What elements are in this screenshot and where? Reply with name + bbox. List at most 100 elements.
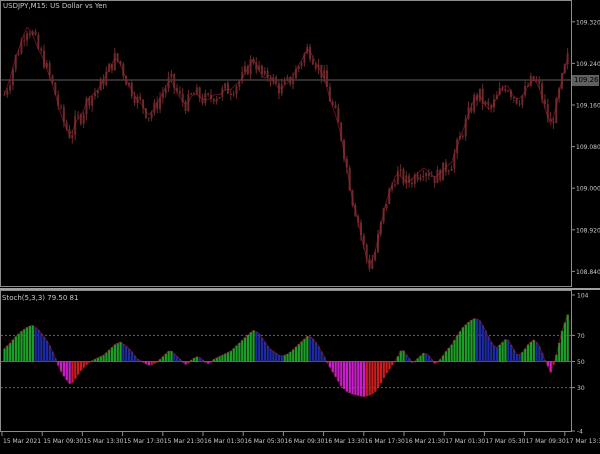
oscillator-bar xyxy=(164,353,167,362)
oscillator-bar xyxy=(490,341,493,362)
oscillator-bar xyxy=(473,318,476,362)
oscillator-bar xyxy=(294,346,298,362)
time-tick-label: 15 Mar 13:30 xyxy=(83,438,123,445)
oscillator-tick-label: 50 xyxy=(577,359,585,366)
time-tick-label: 15 Mar 09:30 xyxy=(43,438,83,445)
oscillator-bar xyxy=(311,338,315,362)
oscillator-bar xyxy=(515,354,518,362)
price-tick-label: 108.840 xyxy=(576,269,600,276)
oscillator-bar xyxy=(529,341,533,362)
oscillator-bar xyxy=(348,361,351,393)
price-tick-label: 108.920 xyxy=(576,227,600,234)
oscillator-bar xyxy=(6,345,9,362)
oscillator-bar xyxy=(74,361,77,379)
oscillator-bar xyxy=(71,361,74,383)
oscillator-bar xyxy=(65,361,68,381)
oscillator-bar xyxy=(167,351,170,362)
oscillator-bar xyxy=(40,333,43,362)
oscillator-bar xyxy=(340,361,343,387)
price-candle xyxy=(439,168,442,183)
oscillator-bar xyxy=(470,320,473,362)
oscillator-bar xyxy=(563,322,566,362)
oscillator-bar xyxy=(235,345,238,362)
oscillator-bar xyxy=(258,333,261,362)
oscillator-bar xyxy=(357,361,360,396)
chart-background xyxy=(0,0,600,450)
oscillator-bar xyxy=(45,340,49,362)
oscillator-bar xyxy=(535,342,538,362)
oscillator-bar xyxy=(170,351,173,362)
oscillator-bar xyxy=(292,349,295,362)
oscillator-bar xyxy=(382,361,385,378)
price-tick-label: 109.160 xyxy=(576,103,600,110)
oscillator-bar xyxy=(277,355,281,362)
oscillator-bar xyxy=(249,332,252,362)
oscillator-bar xyxy=(9,343,12,362)
oscillator-bar xyxy=(560,330,564,362)
oscillator-bar xyxy=(334,361,337,377)
chart-canvas[interactable]: 109.320 109.240 109.160 109.080 109.000 108.9… xyxy=(0,0,600,450)
oscillator-bar xyxy=(495,347,499,362)
oscillator-bar xyxy=(521,352,524,362)
oscillator-bar xyxy=(507,340,510,362)
oscillator-bar xyxy=(371,361,374,394)
oscillator-bar xyxy=(368,361,371,396)
oscillator-bar xyxy=(105,352,108,362)
oscillator-bar xyxy=(447,347,450,362)
oscillator-bar xyxy=(280,355,283,362)
oscillator-bar xyxy=(62,361,66,377)
oscillator-bar xyxy=(260,337,264,362)
time-tick-label: 15 Mar 17:30 xyxy=(124,438,164,445)
price-candle xyxy=(402,167,405,186)
oscillator-bar xyxy=(255,331,258,362)
oscillator-bar xyxy=(345,361,349,392)
oscillator-bar xyxy=(31,325,34,362)
time-tick-label: 15 Mar 21:30 xyxy=(164,438,204,445)
oscillator-bar xyxy=(116,343,119,362)
oscillator-bar xyxy=(283,355,286,362)
oscillator-bar xyxy=(504,339,507,362)
oscillator-bar xyxy=(566,314,569,362)
oscillator-bar xyxy=(3,348,6,362)
oscillator-bar xyxy=(450,344,453,362)
oscillator-bar xyxy=(374,361,377,392)
current-price-tag: 109.262 xyxy=(572,75,600,86)
oscillator-bar xyxy=(14,336,17,362)
price-tick-label: 109.240 xyxy=(576,61,600,68)
oscillator-bar xyxy=(379,361,383,384)
oscillator-bar xyxy=(297,344,300,362)
oscillator-bar xyxy=(275,353,278,362)
oscillator-bar xyxy=(266,345,269,362)
oscillator-bar xyxy=(224,353,227,362)
oscillator-bar xyxy=(481,325,484,362)
oscillator-bar xyxy=(37,329,40,362)
time-tick-label: 16 Mar 21:30 xyxy=(405,438,445,445)
oscillator-bar xyxy=(23,329,26,362)
oscillator-bar xyxy=(122,343,125,362)
time-tick-label: 16 Mar 09:30 xyxy=(284,438,324,445)
price-candle xyxy=(473,92,476,114)
oscillator-bar xyxy=(300,341,303,362)
oscillator-bar xyxy=(11,339,15,362)
oscillator-bar xyxy=(467,322,470,362)
oscillator-bar xyxy=(501,342,504,362)
oscillator-bar xyxy=(303,338,306,362)
oscillator-bar xyxy=(518,354,521,362)
time-tick-label: 15 Mar 2021 xyxy=(3,438,41,445)
oscillator-bar xyxy=(365,361,368,396)
oscillator-tick-label: -4 xyxy=(577,429,583,436)
oscillator-bar xyxy=(464,324,467,362)
oscillator-bar xyxy=(221,355,224,362)
oscillator-bar xyxy=(509,344,513,362)
oscillator-bar xyxy=(241,340,244,362)
chart-window[interactable]: 109.320 109.240 109.160 109.080 109.000 108.9… xyxy=(0,0,600,450)
price-tick-label: 109.080 xyxy=(576,144,600,151)
oscillator-bar xyxy=(362,361,366,397)
oscillator-bar xyxy=(314,342,317,362)
oscillator-bar xyxy=(20,331,23,362)
oscillator-bar xyxy=(286,353,289,362)
oscillator-bar xyxy=(26,327,29,362)
oscillator-bar xyxy=(252,330,255,362)
oscillator-bar xyxy=(343,361,346,389)
time-tick-label: 17 Mar 13:30 xyxy=(566,438,600,445)
